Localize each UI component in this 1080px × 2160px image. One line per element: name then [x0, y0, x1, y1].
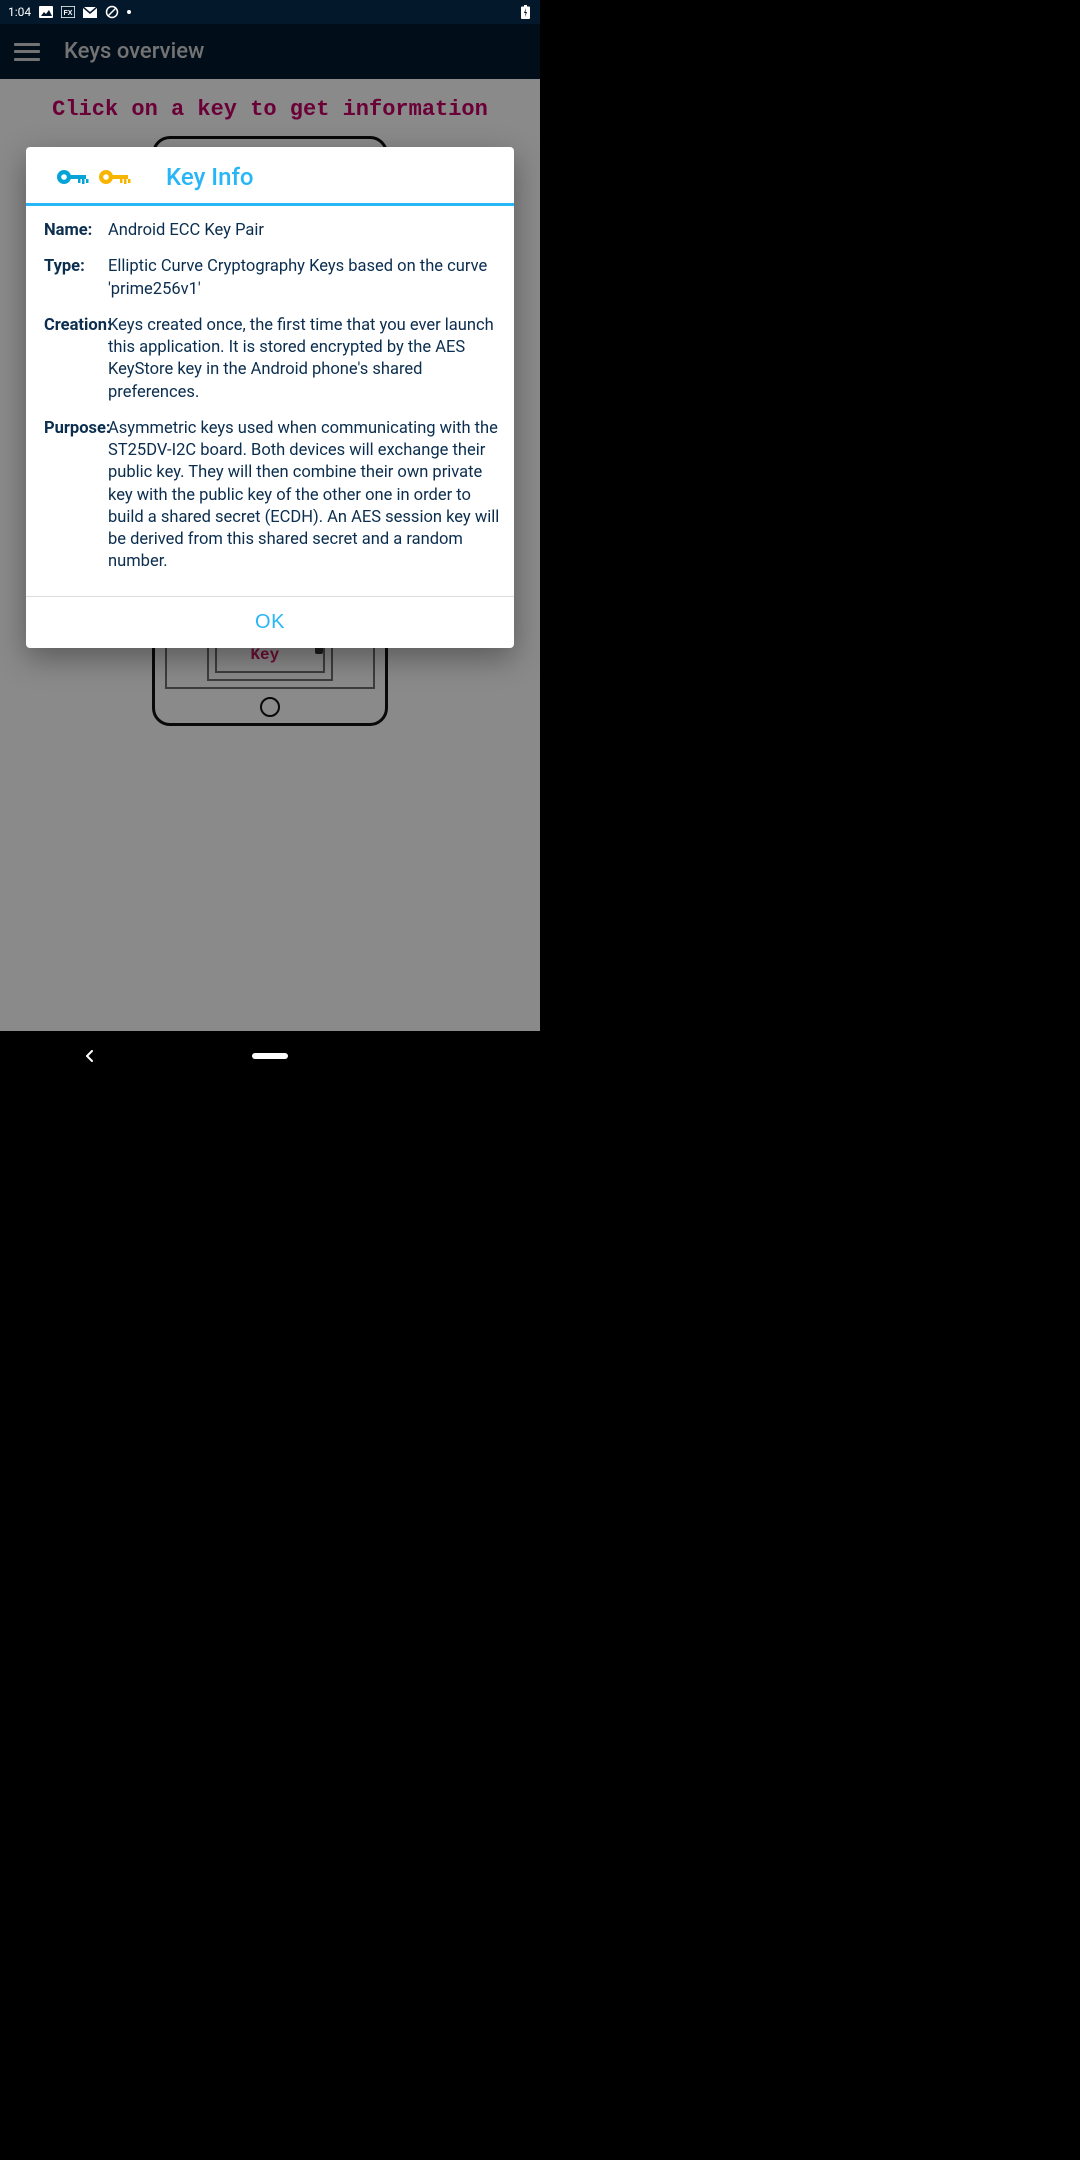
image-icon [39, 5, 53, 19]
no-sync-icon [105, 5, 119, 19]
name-label: Name: [44, 220, 108, 242]
back-icon[interactable] [84, 1050, 96, 1062]
svg-text:FX: FX [64, 10, 73, 17]
type-label: Type: [44, 256, 108, 301]
creation-value: Keys created once, the first time that y… [108, 315, 500, 404]
more-notifications-dot [127, 10, 131, 14]
ok-button[interactable]: OK [255, 611, 285, 634]
type-value: Elliptic Curve Cryptography Keys based o… [108, 256, 500, 301]
dialog-body: Name: Android ECC Key Pair Type: Ellipti… [26, 206, 514, 596]
fx-icon: FX [61, 5, 75, 19]
status-bar: 1:04 FX [0, 0, 540, 24]
name-value: Android ECC Key Pair [108, 220, 500, 242]
mail-icon [83, 5, 97, 19]
key-info-dialog: Key Info Name: Android ECC Key Pair Type… [26, 147, 514, 648]
status-time: 1:04 [8, 5, 31, 19]
home-pill[interactable] [252, 1053, 288, 1059]
dialog-title: Key Info [166, 163, 254, 191]
purpose-label: Purpose: [44, 418, 108, 574]
key-pair-icon [56, 166, 138, 188]
purpose-value: Asymmetric keys used when communicating … [108, 418, 500, 574]
creation-label: Creation: [44, 315, 108, 404]
battery-charging-icon [518, 5, 532, 19]
navigation-bar [0, 1031, 540, 1080]
